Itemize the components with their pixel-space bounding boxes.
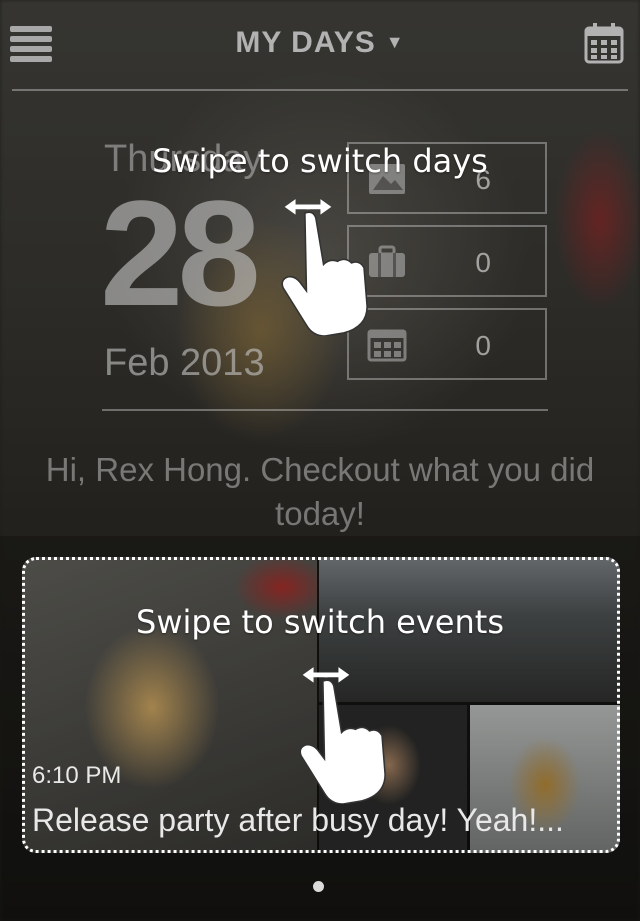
page-indicator-dot xyxy=(313,881,324,892)
swipe-hand-icon xyxy=(281,199,368,336)
stat-calendar-value: 0 xyxy=(475,330,491,361)
page-title[interactable]: MY DAYS ▼ xyxy=(0,26,640,60)
calendar-icon[interactable] xyxy=(584,22,624,64)
swipe-events-hint: Swipe to switch events xyxy=(136,603,504,641)
header-divider xyxy=(12,89,628,91)
month-year-label: Feb 2013 xyxy=(104,342,265,384)
page-title-label: MY DAYS xyxy=(235,26,376,59)
header: MY DAYS ▼ xyxy=(0,0,640,90)
date-divider xyxy=(102,409,548,411)
stat-work-value: 0 xyxy=(475,247,491,278)
day-number: 28 xyxy=(100,169,261,337)
swipe-days-hint: Swipe to switch days xyxy=(152,142,488,180)
greeting-text: Hi, Rex Hong. Checkout what you did toda… xyxy=(45,451,595,532)
chevron-down-icon: ▼ xyxy=(385,32,405,52)
swipe-hand-icon xyxy=(299,667,386,804)
